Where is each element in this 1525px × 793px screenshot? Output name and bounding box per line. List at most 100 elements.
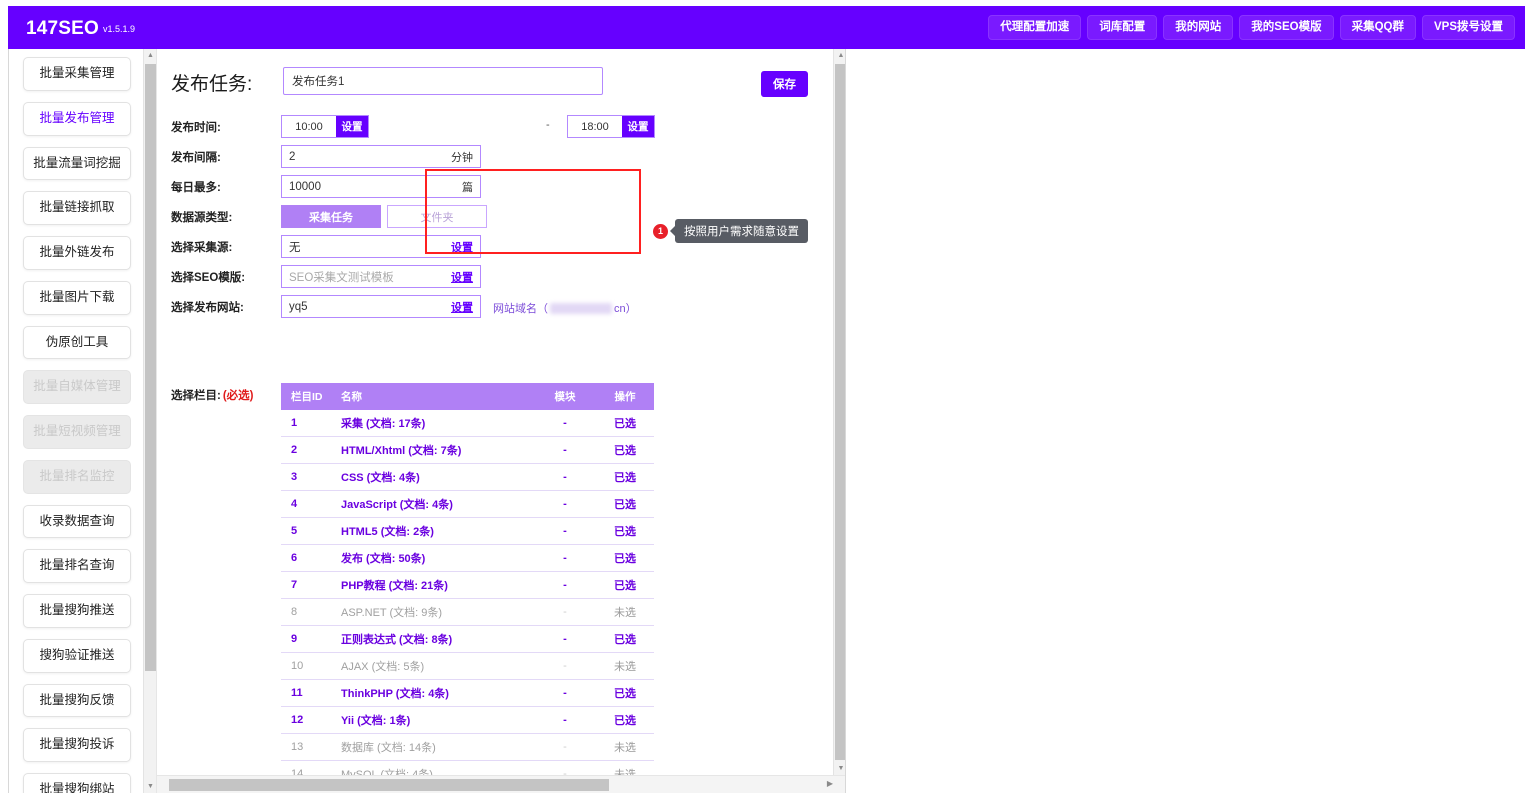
main-scroll-thumb[interactable]	[835, 64, 845, 760]
time-start-field[interactable]: 10:00 设置	[281, 115, 369, 138]
cell-category-id: 13	[281, 733, 337, 761]
time-end-field[interactable]: 18:00 设置	[567, 115, 655, 138]
publish-website-field[interactable]: yq5 设置	[281, 295, 481, 318]
cell-category-action[interactable]: 已选	[596, 436, 654, 464]
table-row[interactable]: 1 采集 (文档: 17条) - 已选	[281, 410, 654, 437]
main-scroll-up-icon[interactable]: ▲	[834, 49, 845, 62]
publish-website-set-button[interactable]: 设置	[451, 299, 473, 315]
table-row[interactable]: 2 HTML/Xhtml (文档: 7条) - 已选	[281, 436, 654, 464]
nav-item-3[interactable]: 我的SEO模版	[1239, 14, 1334, 41]
sidebar-item-10[interactable]: 收录数据查询	[23, 504, 131, 539]
table-row[interactable]: 5 HTML5 (文档: 2条) - 已选	[281, 517, 654, 545]
publish-website-label: 选择发布网站:	[171, 302, 244, 314]
main-hscroll-right-icon[interactable]: ▶	[827, 779, 833, 788]
main-scroll-down-icon[interactable]: ▼	[834, 762, 845, 775]
sidebar-item-13[interactable]: 搜狗验证推送	[23, 638, 131, 673]
sidebar-item-1[interactable]: 批量发布管理	[23, 101, 131, 136]
table-row[interactable]: 3 CSS (文档: 4条) - 已选	[281, 463, 654, 491]
table-row[interactable]: 6 发布 (文档: 50条) - 已选	[281, 544, 654, 572]
cell-category-action[interactable]: 已选	[596, 517, 654, 545]
nav-item-0[interactable]: 代理配置加速	[988, 14, 1082, 41]
nav-item-2[interactable]: 我的网站	[1163, 14, 1234, 41]
daily-max-input[interactable]: 10000 篇	[281, 175, 481, 198]
nav-item-1[interactable]: 词库配置	[1087, 14, 1158, 41]
table-row[interactable]: 13 数据库 (文档: 14条) - 未选	[281, 733, 654, 761]
sidebar-item-11[interactable]: 批量排名查询	[23, 549, 131, 583]
sidebar-item-6[interactable]: 伪原创工具	[23, 325, 131, 360]
cell-category-action[interactable]: 已选	[596, 679, 654, 707]
sidebar-item-2[interactable]: 批量流量词挖掘	[23, 146, 131, 181]
nav-item-4[interactable]: 采集QQ群	[1339, 14, 1416, 41]
time-end-set-button[interactable]: 设置	[622, 116, 654, 137]
category-table-head: 栏目ID 名称 模块 操作	[281, 383, 654, 410]
cell-category-module: -	[534, 463, 596, 491]
time-start-set-button[interactable]: 设置	[336, 116, 368, 137]
sidebar-item-0[interactable]: 批量采集管理	[23, 57, 131, 91]
sidebar-item-3[interactable]: 批量链接抓取	[23, 191, 131, 225]
nav-item-5[interactable]: VPS拨号设置	[1421, 14, 1515, 41]
main-panel: 发布任务: 保存 发布时间: 10:00 设置	[157, 49, 845, 793]
seo-template-field[interactable]: SEO采集文测试模板 设置	[281, 265, 481, 288]
cell-category-action[interactable]: 已选	[596, 490, 654, 518]
cell-category-id: 6	[281, 544, 337, 572]
seo-template-set-button[interactable]: 设置	[451, 269, 473, 285]
sidebar-scroll-thumb[interactable]	[145, 64, 156, 671]
sidebar-item-12[interactable]: 批量搜狗推送	[23, 594, 131, 628]
cell-category-action[interactable]: 已选	[596, 463, 654, 491]
category-table-header-row: 栏目ID 名称 模块 操作	[281, 383, 654, 410]
cell-category-name: 采集 (文档: 17条)	[337, 410, 534, 437]
column-header-action: 操作	[596, 383, 654, 410]
sidebar-scroll-up-icon[interactable]: ▲	[144, 49, 156, 62]
website-domain-note: 网站域名（ cn）	[493, 300, 637, 316]
table-row[interactable]: 11 ThinkPHP (文档: 4条) - 已选	[281, 679, 654, 707]
cell-category-name: CSS (文档: 4条)	[337, 463, 534, 491]
daily-max-label: 每日最多:	[171, 182, 221, 194]
cell-category-id: 12	[281, 706, 337, 734]
main-vertical-scrollbar[interactable]: ▲ ▼	[833, 49, 845, 775]
cell-category-action[interactable]: 未选	[596, 598, 654, 626]
sidebar-item-4[interactable]: 批量外链发布	[23, 236, 131, 270]
cell-category-name: PHP教程 (文档: 21条)	[337, 571, 534, 599]
cell-category-action[interactable]: 未选	[596, 652, 654, 680]
publish-interval-input[interactable]: 2 分钟	[281, 145, 481, 168]
cell-category-id: 7	[281, 571, 337, 599]
table-row[interactable]: 10 AJAX (文档: 5条) - 未选	[281, 652, 654, 680]
app-brand: 147SEO v1.5.1.9	[26, 18, 135, 40]
sidebar-scrollbar[interactable]: ▲ ▼	[143, 49, 156, 793]
table-row[interactable]: 7 PHP教程 (文档: 21条) - 已选	[281, 571, 654, 599]
cell-category-action[interactable]: 已选	[596, 571, 654, 599]
table-row[interactable]: 9 正则表达式 (文档: 8条) - 已选	[281, 625, 654, 653]
cell-category-action[interactable]: 已选	[596, 706, 654, 734]
cell-category-action[interactable]: 已选	[596, 410, 654, 437]
sidebar-item-15[interactable]: 批量搜狗投诉	[23, 728, 131, 762]
category-required-mark: (必选)	[222, 390, 254, 402]
collect-source-field[interactable]: 无 设置	[281, 235, 481, 258]
task-name-label: 发布任务:	[171, 74, 253, 95]
main-hscroll-thumb[interactable]	[169, 779, 609, 791]
sidebar-item-14[interactable]: 批量搜狗反馈	[23, 683, 131, 718]
source-type-collect-task-option[interactable]: 采集任务	[281, 205, 381, 228]
cell-category-action[interactable]: 已选	[596, 544, 654, 572]
save-button[interactable]: 保存	[761, 71, 808, 97]
source-type-folder-option[interactable]: 文件夹	[387, 205, 487, 228]
table-row[interactable]: 8 ASP.NET (文档: 9条) - 未选	[281, 598, 654, 626]
collect-source-set-button[interactable]: 设置	[451, 239, 473, 255]
cell-category-action[interactable]: 未选	[596, 733, 654, 761]
domain-note-suffix: cn）	[614, 303, 637, 315]
cell-category-action[interactable]: 已选	[596, 625, 654, 653]
sidebar-item-16[interactable]: 批量搜狗绑站	[23, 773, 131, 793]
publish-time-row: 发布时间: 10:00 设置 - 18:00 设置	[171, 115, 821, 138]
cell-category-action[interactable]: 未选	[596, 760, 654, 775]
main-horizontal-scrollbar[interactable]: ▶	[157, 775, 845, 793]
sidebar-scroll-down-icon[interactable]: ▼	[144, 780, 156, 793]
task-title-row: 发布任务: 保存	[171, 63, 811, 103]
task-name-input[interactable]	[283, 67, 603, 95]
table-row[interactable]: 12 Yii (文档: 1条) - 已选	[281, 706, 654, 734]
cell-category-module: -	[534, 410, 596, 437]
table-row[interactable]: 4 JavaScript (文档: 4条) - 已选	[281, 490, 654, 518]
cell-category-name: MySQL (文档: 4条)	[337, 760, 534, 775]
category-table-body: 1 采集 (文档: 17条) - 已选 2 HTML/Xhtml (文档: 7条) - 已选 3…	[281, 410, 654, 775]
sidebar-item-5[interactable]: 批量图片下载	[23, 280, 131, 315]
table-row[interactable]: 14 MySQL (文档: 4条) - 未选	[281, 760, 654, 775]
cell-category-module: -	[534, 652, 596, 680]
